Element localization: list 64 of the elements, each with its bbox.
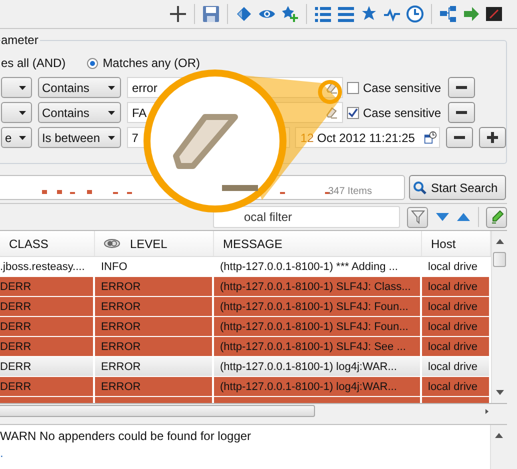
tree-icon[interactable] <box>439 5 457 23</box>
radio-label: es all (AND) <box>1 56 66 70</box>
dropdown[interactable]: e <box>1 127 32 148</box>
scroll-up-icon[interactable] <box>495 433 503 438</box>
scroll-thumb[interactable] <box>493 252 506 267</box>
filter-button[interactable] <box>407 206 428 228</box>
scroll-thumb[interactable] <box>0 405 315 417</box>
search-button[interactable]: Start Search <box>409 175 506 200</box>
dropdown[interactable]: Is between <box>38 127 121 148</box>
dropdown[interactable]: Contains <box>38 77 121 98</box>
dropdown[interactable] <box>1 102 32 123</box>
checkbox[interactable] <box>347 106 359 118</box>
column-header[interactable]: LEVEL <box>95 231 214 256</box>
caret-icon <box>108 136 115 140</box>
save-icon[interactable] <box>202 5 220 23</box>
lines-icon[interactable] <box>337 5 355 23</box>
caret-icon <box>18 136 26 140</box>
eraser-icon[interactable] <box>325 106 338 119</box>
item-count: 347 Items <box>328 186 372 197</box>
scrollbar[interactable] <box>490 425 507 469</box>
group-title: ameter <box>1 33 40 47</box>
star-plus-icon[interactable] <box>281 5 299 23</box>
diamond-icon[interactable] <box>235 5 253 23</box>
scroll-right-icon[interactable] <box>483 408 491 414</box>
checkbox[interactable] <box>347 82 359 94</box>
scroll-down-icon[interactable] <box>496 390 504 395</box>
search-icon <box>413 180 427 194</box>
radio-button[interactable] <box>86 58 98 68</box>
terminal-icon[interactable] <box>485 5 503 23</box>
caret-icon <box>19 86 26 90</box>
clock-icon[interactable] <box>406 5 424 23</box>
scrollbar[interactable] <box>491 231 507 403</box>
checkbox-label: Case sensitive <box>363 106 442 120</box>
column-header[interactable]: MESSAGE <box>214 231 422 256</box>
filter-field[interactable]: ocal filter <box>213 206 400 228</box>
highlight-button[interactable] <box>486 206 507 228</box>
scroll-up-icon[interactable] <box>496 239 504 244</box>
pencil-icon <box>490 210 504 224</box>
remove-button[interactable] <box>446 127 474 148</box>
up-arrow-icon[interactable] <box>457 213 470 221</box>
caret-icon <box>19 110 26 114</box>
plus-icon[interactable] <box>169 5 187 23</box>
remove-button[interactable] <box>448 77 475 98</box>
dropdown[interactable] <box>1 77 32 98</box>
log-line: WARN No appenders could be found for logger <box>0 429 252 444</box>
down-arrow-icon[interactable] <box>436 213 449 221</box>
caret-icon <box>108 110 115 114</box>
calendar-clock-icon[interactable] <box>424 131 438 144</box>
arrow-icon[interactable] <box>462 5 480 23</box>
filter-icon <box>410 210 424 224</box>
radio-label: Matches any (OR) <box>102 56 200 70</box>
checkbox-label: Case sensitive <box>363 80 442 94</box>
eraser-icon[interactable] <box>325 81 338 94</box>
caret-icon <box>108 86 115 90</box>
visibility-icon[interactable] <box>104 239 120 248</box>
plus-icon <box>487 132 498 143</box>
list-icon[interactable] <box>314 5 332 23</box>
column-header[interactable]: CLASS <box>0 231 95 256</box>
scrollbar[interactable] <box>0 404 491 418</box>
dropdown[interactable]: Contains <box>38 102 121 123</box>
star-icon[interactable] <box>360 5 378 23</box>
log-line: . <box>0 446 4 461</box>
remove-button[interactable] <box>448 102 475 123</box>
add-button[interactable] <box>479 127 506 148</box>
